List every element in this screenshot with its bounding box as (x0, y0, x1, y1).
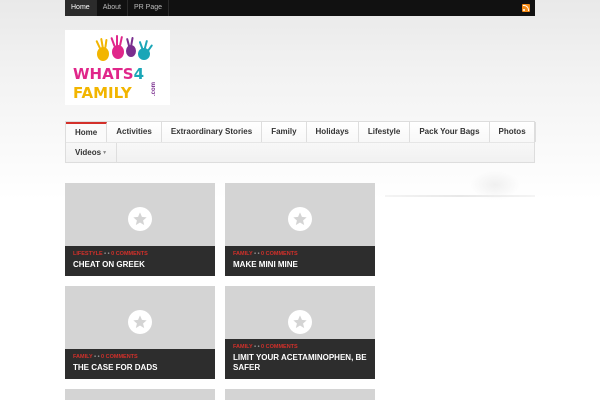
nav-item-videos-label: Videos (75, 148, 102, 157)
meta-separator: • (97, 354, 100, 360)
nav-item-lifestyle[interactable]: Lifestyle (359, 122, 411, 142)
nav-item-pack-your-bags[interactable]: Pack Your Bags (410, 122, 490, 142)
hands-logo-icon (95, 35, 153, 61)
star-icon (288, 207, 312, 231)
nav-item-extraordinary-stories[interactable]: Extraordinary Stories (162, 122, 263, 142)
logo-text-com: .com (151, 81, 157, 96)
post-caption: LIFESTYLE • • 0 COMMENTS CHEAT ON GREEK (65, 246, 215, 276)
post-card[interactable]: FAMILY • • 0 COMMENTS LIMIT YOUR ACETAMI… (225, 286, 375, 379)
post-comments[interactable]: 0 COMMENTS (261, 251, 298, 257)
nav-item-home[interactable]: Home (66, 122, 108, 142)
post-meta: FAMILY • • 0 COMMENTS (233, 251, 367, 257)
post-category[interactable]: FAMILY (233, 251, 253, 257)
meta-separator: • (254, 344, 257, 350)
post-card[interactable]: FAMILY • • 0 COMMENTS THE CASE FOR DADS (65, 286, 215, 379)
post-comments[interactable]: 0 COMMENTS (111, 251, 148, 257)
nav-item-photos[interactable]: Photos (490, 122, 536, 142)
meta-separator: • (257, 251, 260, 257)
post-caption: FAMILY • • 0 COMMENTS THE CASE FOR DADS (65, 349, 215, 379)
logo-text-family: FAMILY (73, 84, 132, 102)
main-navigation: Home Activities Extraordinary Stories Fa… (65, 121, 536, 163)
dropdown-caret-icon: ▼ (102, 150, 108, 156)
nav-item-family[interactable]: Family (262, 122, 307, 142)
meta-separator: • (104, 251, 107, 257)
star-icon (128, 207, 152, 231)
post-caption: FAMILY • • 0 COMMENTS MAKE MINI MINE (225, 246, 375, 276)
post-card[interactable]: LIFESTYLE • • 0 COMMENTS CHEAT ON GREEK (65, 183, 215, 276)
top-link-pr-page[interactable]: PR Page (128, 0, 170, 16)
post-meta: LIFESTYLE • • 0 COMMENTS (73, 251, 207, 257)
nav-item-videos[interactable]: Videos▼ (66, 143, 118, 163)
post-comments[interactable]: 0 COMMENTS (101, 354, 138, 360)
post-card[interactable] (65, 389, 215, 400)
meta-separator: • (107, 251, 110, 257)
logo-text-whats: WHATS4 (73, 65, 145, 83)
post-title[interactable]: LIMIT YOUR ACETAMINOPHEN, BE SAFER (233, 353, 367, 373)
meta-separator: • (254, 251, 257, 257)
site-logo[interactable]: WHATS4 FAMILY .com (65, 30, 170, 105)
sidebar-divider (385, 195, 535, 197)
post-meta: FAMILY • • 0 COMMENTS (233, 344, 367, 350)
nav-item-holidays[interactable]: Holidays (307, 122, 359, 142)
meta-separator: • (257, 344, 260, 350)
post-category[interactable]: FAMILY (233, 344, 253, 350)
post-card[interactable]: FAMILY • • 0 COMMENTS MAKE MINI MINE (225, 183, 375, 276)
star-icon (128, 310, 152, 334)
post-card[interactable] (225, 389, 375, 400)
nav-item-activities[interactable]: Activities (107, 122, 162, 142)
top-link-home[interactable]: Home (65, 0, 97, 16)
post-category[interactable]: FAMILY (73, 354, 93, 360)
rss-icon[interactable] (522, 4, 530, 12)
top-bar: Home About PR Page (65, 0, 535, 16)
post-comments[interactable]: 0 COMMENTS (261, 344, 298, 350)
star-icon (288, 310, 312, 334)
post-meta: FAMILY • • 0 COMMENTS (73, 354, 207, 360)
post-title[interactable]: THE CASE FOR DADS (73, 363, 207, 373)
meta-separator: • (94, 354, 97, 360)
top-link-about[interactable]: About (97, 0, 128, 16)
post-category[interactable]: LIFESTYLE (73, 251, 103, 257)
post-title[interactable]: CHEAT ON GREEK (73, 260, 207, 270)
post-title[interactable]: MAKE MINI MINE (233, 260, 367, 270)
post-caption: FAMILY • • 0 COMMENTS LIMIT YOUR ACETAMI… (225, 339, 375, 379)
